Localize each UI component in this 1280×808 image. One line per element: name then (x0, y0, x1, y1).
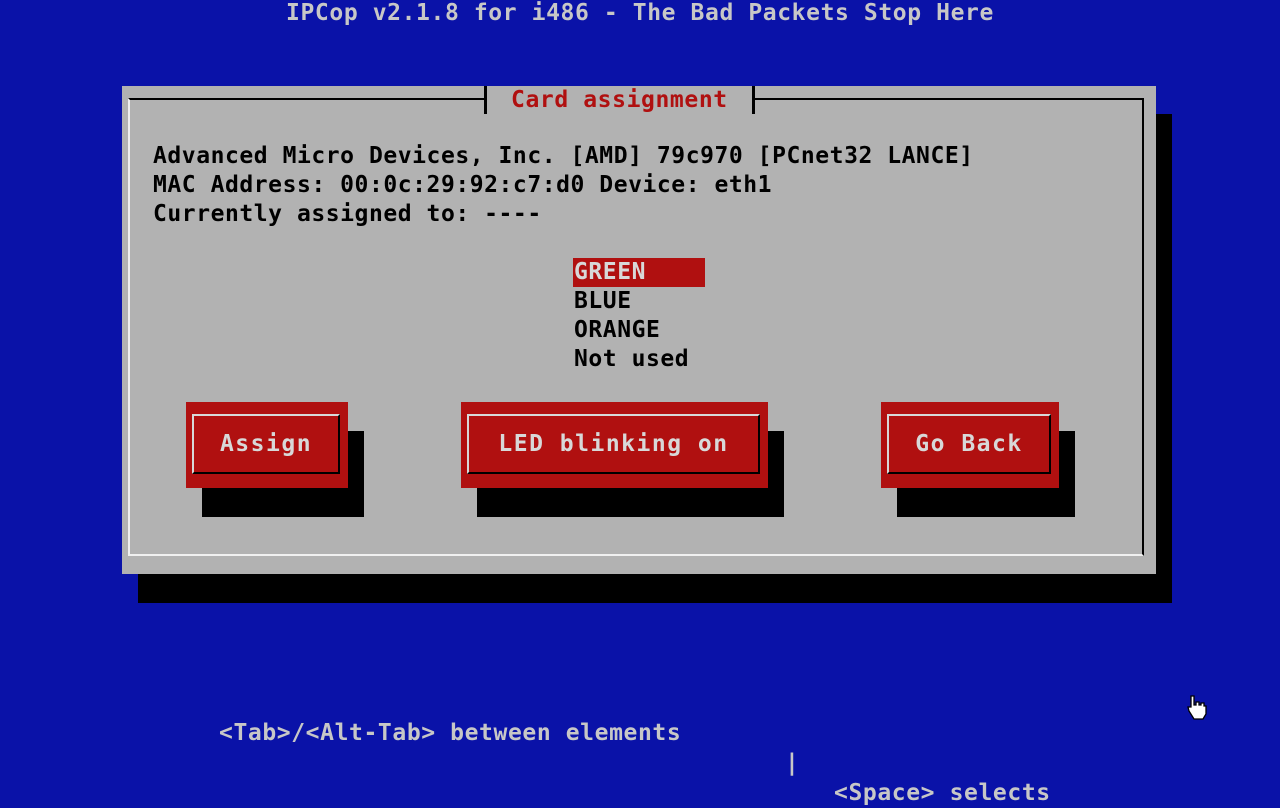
assign-button[interactable]: Assign (186, 402, 348, 488)
hint-separator: | (785, 750, 800, 776)
zone-item-not-used[interactable]: Not used (573, 345, 705, 374)
hint-tab-navigation: <Tab>/<Alt-Tab> between elements (219, 720, 682, 746)
go-back-button[interactable]: Go Back (881, 402, 1059, 488)
card-assignment-dialog: Card assignment Advanced Micro Devices, … (122, 86, 1156, 574)
mac-address-line: MAC Address: 00:0c:29:92:c7:d0 Device: e… (153, 172, 773, 198)
zone-item-blue[interactable]: BLUE (573, 287, 705, 316)
dialog-title: Card assignment (484, 86, 755, 114)
zone-item-orange[interactable]: ORANGE (573, 316, 705, 345)
led-blinking-button-label: LED blinking on (467, 414, 760, 474)
zone-list[interactable]: GREEN BLUE ORANGE Not used (573, 258, 705, 374)
key-hint-bar: <Tab>/<Alt-Tab> between elements | <Spac… (0, 688, 1280, 806)
hint-space-selects: <Space> selects (834, 780, 1051, 806)
assign-button-label: Assign (192, 414, 340, 474)
zone-item-green[interactable]: GREEN (573, 258, 705, 287)
device-description: Advanced Micro Devices, Inc. [AMD] 79c97… (153, 143, 974, 169)
led-blinking-button[interactable]: LED blinking on (461, 402, 768, 488)
current-assignment-line: Currently assigned to: ---- (153, 201, 542, 227)
hand-pointer-icon (1187, 695, 1207, 720)
go-back-button-label: Go Back (887, 414, 1051, 474)
app-title: IPCop v2.1.8 for i486 - The Bad Packets … (286, 0, 994, 26)
